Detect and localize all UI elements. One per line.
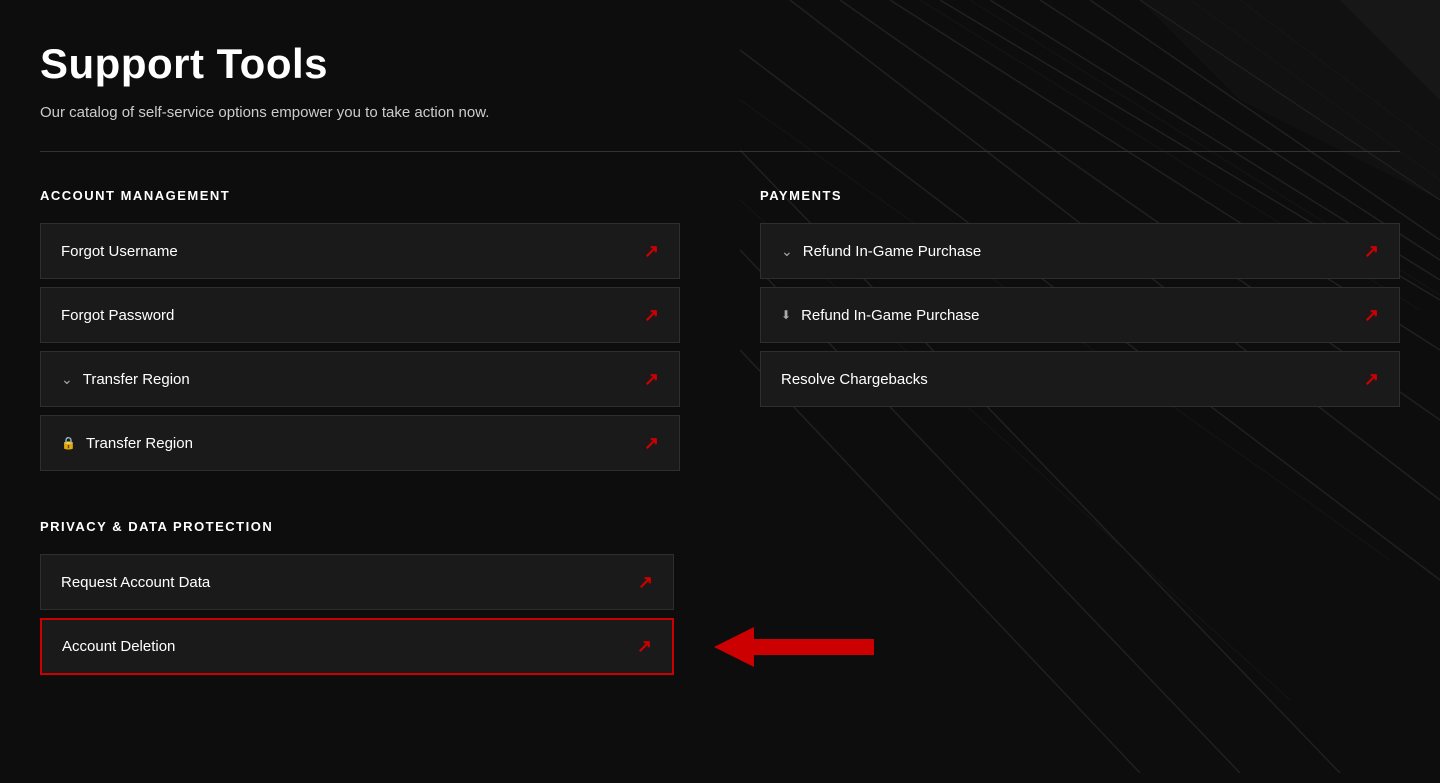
forgot-username-left: Forgot Username: [61, 243, 178, 260]
request-account-data-item[interactable]: Request Account Data ↗: [40, 554, 674, 610]
account-management-list: Forgot Username ↗ Forgot Password ↗ ⌄ Tr…: [40, 223, 680, 471]
transfer-region-2-icon: 🔒: [61, 436, 76, 450]
page-title: Support Tools: [40, 40, 1400, 88]
account-deletion-item[interactable]: Account Deletion ↗: [40, 618, 674, 675]
transfer-region-2-label: Transfer Region: [86, 435, 193, 452]
transfer-region-2-left: 🔒 Transfer Region: [61, 435, 193, 452]
refund-ingame-2-item[interactable]: ⬇ Refund In-Game Purchase ↗: [760, 287, 1400, 343]
transfer-region-1-icon: ⌄: [61, 371, 73, 388]
account-management-title: ACCOUNT MANAGEMENT: [40, 188, 680, 203]
privacy-section-wrapper: PRIVACY & DATA PROTECTION Request Accoun…: [40, 519, 1400, 675]
refund-ingame-1-icon: ⌄: [781, 243, 793, 260]
refund-ingame-1-label: Refund In-Game Purchase: [803, 243, 981, 260]
top-sections-grid: ACCOUNT MANAGEMENT Forgot Username ↗ For…: [40, 188, 1400, 519]
refund-ingame-2-arrow: ↗: [1364, 305, 1379, 326]
forgot-password-arrow: ↗: [644, 305, 659, 326]
privacy-title: PRIVACY & DATA PROTECTION: [40, 519, 1400, 534]
forgot-password-label: Forgot Password: [61, 307, 174, 324]
refund-ingame-1-arrow: ↗: [1364, 241, 1379, 262]
resolve-chargebacks-arrow: ↗: [1364, 369, 1379, 390]
payments-title: PAYMENTS: [760, 188, 1400, 203]
account-management-section: ACCOUNT MANAGEMENT Forgot Username ↗ For…: [40, 188, 680, 519]
page-subtitle: Our catalog of self-service options empo…: [40, 104, 1400, 121]
transfer-region-1-item[interactable]: ⌄ Transfer Region ↗: [40, 351, 680, 407]
payments-list: ⌄ Refund In-Game Purchase ↗ ⬇ Refund In-…: [760, 223, 1400, 407]
refund-ingame-2-label: Refund In-Game Purchase: [801, 307, 979, 324]
privacy-list: Request Account Data ↗ Account Deletion …: [40, 554, 674, 675]
resolve-chargebacks-item[interactable]: Resolve Chargebacks ↗: [760, 351, 1400, 407]
forgot-password-left: Forgot Password: [61, 307, 174, 324]
account-deletion-arrow: ↗: [637, 636, 652, 657]
resolve-chargebacks-label: Resolve Chargebacks: [781, 371, 928, 388]
transfer-region-1-label: Transfer Region: [83, 371, 190, 388]
request-account-data-left: Request Account Data: [61, 574, 210, 591]
account-deletion-wrapper: Account Deletion ↗: [40, 618, 674, 675]
transfer-region-2-item[interactable]: 🔒 Transfer Region ↗: [40, 415, 680, 471]
transfer-region-1-left: ⌄ Transfer Region: [61, 371, 190, 388]
account-deletion-left: Account Deletion: [62, 638, 175, 655]
main-content: Support Tools Our catalog of self-servic…: [0, 0, 1440, 783]
refund-ingame-1-item[interactable]: ⌄ Refund In-Game Purchase ↗: [760, 223, 1400, 279]
request-account-data-arrow: ↗: [638, 572, 653, 593]
transfer-region-1-arrow: ↗: [644, 369, 659, 390]
forgot-username-item[interactable]: Forgot Username ↗: [40, 223, 680, 279]
section-divider: [40, 151, 1400, 152]
refund-ingame-2-icon: ⬇: [781, 308, 791, 322]
transfer-region-2-arrow: ↗: [644, 433, 659, 454]
refund-ingame-1-left: ⌄ Refund In-Game Purchase: [781, 243, 981, 260]
account-deletion-label: Account Deletion: [62, 638, 175, 655]
payments-section: PAYMENTS ⌄ Refund In-Game Purchase ↗ ⬇ R…: [760, 188, 1400, 519]
forgot-username-arrow: ↗: [644, 241, 659, 262]
resolve-chargebacks-left: Resolve Chargebacks: [781, 371, 928, 388]
refund-ingame-2-left: ⬇ Refund In-Game Purchase: [781, 307, 980, 324]
request-account-data-label: Request Account Data: [61, 574, 210, 591]
red-arrow-indicator: [714, 622, 874, 672]
forgot-username-label: Forgot Username: [61, 243, 178, 260]
forgot-password-item[interactable]: Forgot Password ↗: [40, 287, 680, 343]
